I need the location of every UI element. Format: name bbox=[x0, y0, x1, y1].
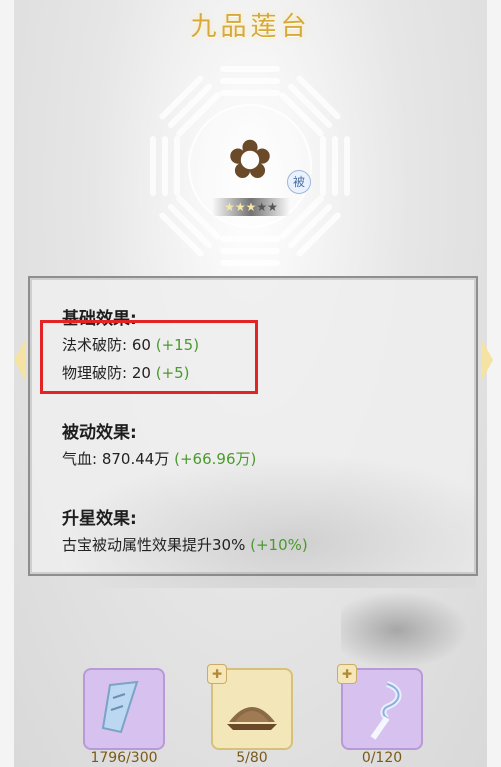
effect-label: 气血: bbox=[62, 450, 98, 468]
item-title: 九品莲台 bbox=[190, 12, 311, 42]
lotus-icon: ✿ bbox=[227, 128, 273, 192]
next-arrow-icon[interactable] bbox=[481, 338, 493, 382]
highlight-box bbox=[40, 320, 258, 394]
puzzle-icon: ✚ bbox=[337, 664, 357, 684]
effect-label: 古宝被动属性效果提升30% bbox=[62, 536, 246, 554]
bamboo-decoration bbox=[341, 585, 481, 675]
star-effect-line: 古宝被动属性效果提升30% (+10%) bbox=[62, 534, 308, 555]
effect-value: 870.44万 bbox=[101, 450, 170, 468]
star-icon: ★ bbox=[224, 200, 235, 214]
puzzle-icon: ✚ bbox=[207, 664, 227, 684]
star-icon: ★ bbox=[245, 200, 257, 214]
effect-bonus: (+66.96万) bbox=[174, 450, 257, 468]
material-item[interactable]: ✚ 0/120 bbox=[337, 664, 423, 766]
item-count: 0/120 bbox=[361, 750, 403, 766]
star-icon: ★ bbox=[267, 200, 278, 214]
trigram-emblem: ✿ bbox=[140, 56, 360, 276]
right-margin bbox=[487, 0, 501, 767]
star-icon: ★ bbox=[256, 200, 268, 214]
material-item[interactable]: 1796/300 bbox=[83, 668, 165, 766]
star-icon: ★ bbox=[234, 200, 246, 214]
effect-bonus: (+10%) bbox=[250, 536, 308, 554]
star-rating: ★★★★★ bbox=[212, 198, 290, 216]
material-item[interactable]: ✚ 5/80 bbox=[207, 664, 293, 766]
sword-icon bbox=[101, 680, 139, 734]
item-count: 5/80 bbox=[236, 750, 268, 766]
passive-effect-line: 气血: 870.44万 (+66.96万) bbox=[62, 448, 256, 469]
passive-badge: 被 bbox=[287, 170, 311, 194]
prev-arrow-icon[interactable] bbox=[14, 338, 26, 382]
star-effects-heading: 升星效果: bbox=[62, 509, 137, 529]
item-count: 1796/300 bbox=[90, 750, 158, 766]
passive-effects-heading: 被动效果: bbox=[62, 423, 137, 443]
left-margin bbox=[0, 0, 14, 767]
